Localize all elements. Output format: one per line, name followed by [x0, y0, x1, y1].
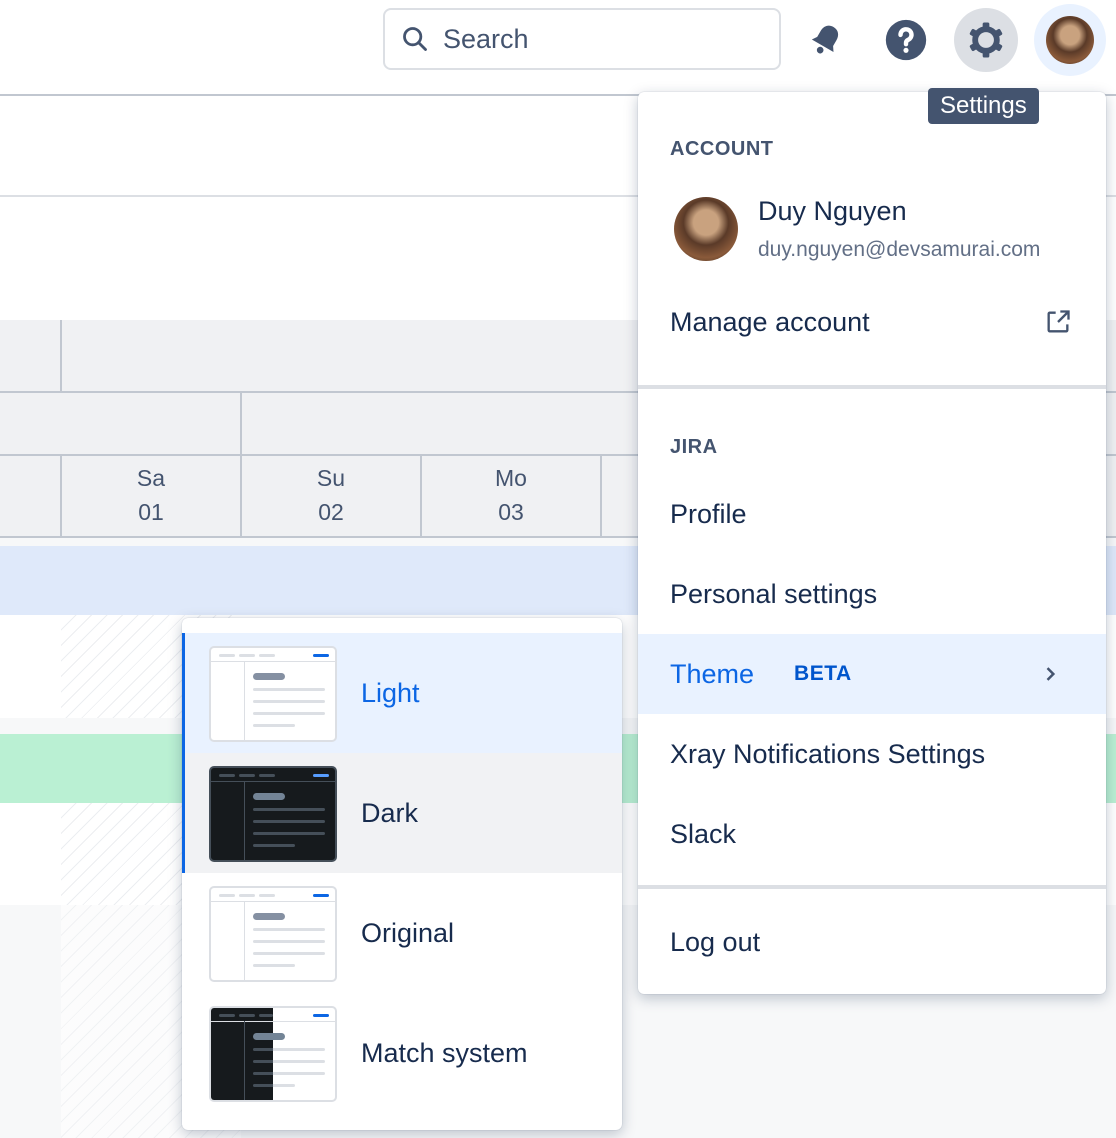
search-icon	[403, 27, 427, 51]
manage-account-link[interactable]: Manage account	[638, 282, 1106, 362]
gear-icon	[969, 22, 1003, 58]
weekday: Sa	[136, 465, 166, 491]
account-heading: ACCOUNT	[670, 138, 774, 160]
day-header: Sa 01	[61, 455, 241, 537]
dark-theme-preview	[209, 766, 337, 862]
avatar	[1046, 16, 1094, 64]
light-theme-preview	[209, 646, 337, 742]
theme-option-label: Light	[361, 677, 420, 708]
notifications-button[interactable]	[794, 8, 858, 72]
weekday: Mo	[495, 465, 527, 491]
bell-icon	[811, 25, 839, 54]
match-system-theme-preview	[209, 1006, 337, 1102]
question-icon	[885, 19, 927, 61]
menu-item-label: Log out	[670, 926, 761, 957]
profile-menu: ACCOUNT Duy Nguyen duy.nguyen@devsamurai…	[638, 92, 1106, 994]
theme-option-original[interactable]: Original	[182, 873, 622, 993]
chevron-right-icon	[1046, 667, 1056, 681]
menu-item-label: Slack	[670, 818, 737, 849]
beta-badge: BETA	[794, 662, 852, 685]
user-name: Duy Nguyen	[758, 196, 907, 226]
grid-line	[60, 320, 62, 392]
menu-item-label: Personal settings	[670, 578, 878, 609]
user-email: duy.nguyen@devsamurai.com	[758, 238, 1041, 261]
help-button[interactable]	[874, 8, 938, 72]
menu-divider	[638, 885, 1106, 889]
theme-option-light[interactable]: Light	[182, 633, 622, 753]
profile-button[interactable]	[1034, 4, 1106, 76]
menu-item-label: Profile	[670, 498, 747, 529]
day-header: Mo 03	[421, 455, 601, 537]
date: 03	[498, 499, 524, 525]
theme-option-label: Dark	[361, 797, 419, 828]
date: 01	[138, 499, 164, 525]
logout-button[interactable]: Log out	[638, 902, 1106, 982]
date: 02	[318, 499, 344, 525]
jira-heading: JIRA	[670, 436, 718, 458]
day-header: Su 02	[241, 455, 421, 537]
settings-button[interactable]	[954, 8, 1018, 72]
search-input[interactable]: Search	[383, 8, 781, 70]
theme-option-match-system[interactable]: Match system	[182, 993, 622, 1113]
theme-submenu: Light Dark Original Match system	[182, 618, 622, 1130]
menu-item-slack[interactable]: Slack	[638, 794, 1106, 874]
original-theme-preview	[209, 886, 337, 982]
manage-account-label: Manage account	[670, 306, 870, 337]
avatar	[674, 197, 738, 261]
menu-item-xray-notifications[interactable]: Xray Notifications Settings	[638, 714, 1106, 794]
settings-tooltip: Settings	[928, 88, 1039, 124]
menu-item-label: Xray Notifications Settings	[670, 738, 986, 769]
menu-item-profile[interactable]: Profile	[638, 474, 1106, 554]
weekday: Su	[316, 465, 346, 491]
menu-item-personal-settings[interactable]: Personal settings	[638, 554, 1106, 634]
theme-option-dark[interactable]: Dark	[182, 753, 622, 873]
theme-option-label: Match system	[361, 1037, 528, 1068]
menu-item-label: Theme	[670, 658, 755, 689]
menu-divider	[638, 385, 1106, 389]
menu-item-theme[interactable]: Theme BETA	[638, 634, 1106, 714]
external-link-icon	[1047, 310, 1070, 333]
search-placeholder: Search	[443, 23, 529, 54]
theme-option-label: Original	[361, 917, 455, 948]
grid-line	[240, 392, 242, 455]
